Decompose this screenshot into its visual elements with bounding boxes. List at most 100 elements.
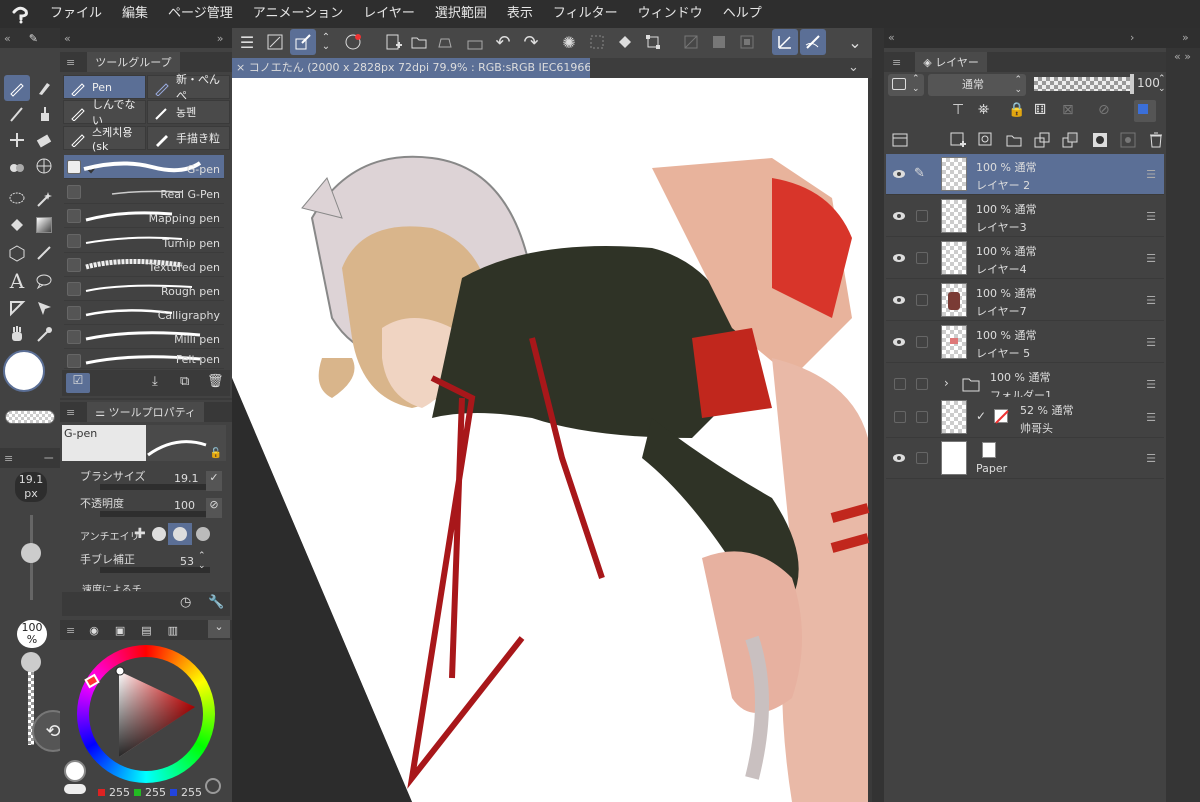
subtool-hand-drawn-grain[interactable]: 手描き粒 [147, 126, 230, 150]
new-raster-layer-icon[interactable] [948, 130, 968, 150]
duplicate-icon[interactable]: ⧉ [180, 374, 189, 389]
tool-property-tab[interactable]: ⚌ ツールプロパティ [87, 402, 204, 422]
layer-mask-icon[interactable] [1090, 130, 1110, 150]
opacity-slider-thumb[interactable] [21, 652, 41, 672]
blend-tool-icon[interactable] [4, 153, 30, 179]
transparent-toggle[interactable] [64, 784, 86, 794]
layer-menu-icon[interactable]: ☰ [1146, 336, 1156, 349]
import-icon[interactable]: ⤓ [152, 374, 158, 389]
brush-tool-icon[interactable] [31, 101, 57, 127]
layer-color-toggle[interactable]: ⌃ ⌄ [888, 74, 924, 96]
invert-selection-icon[interactable] [706, 29, 732, 55]
brush-item-rough-pen[interactable]: Rough pen [64, 277, 224, 301]
pen-tab-icon[interactable]: ✎ [29, 32, 38, 45]
reference-icon[interactable]: ⛯ [978, 102, 989, 118]
brush-item-textured-pen[interactable]: Textured pen [64, 253, 224, 277]
collapse-icon[interactable]: « [4, 32, 11, 45]
layer-row[interactable]: 100 % 通常 レイヤー7 ☰ [886, 280, 1164, 321]
lock-layer-icon[interactable]: 🔒 [1008, 102, 1025, 118]
speed-stabilize-row[interactable]: 速度によるチ... [64, 581, 224, 591]
subtool-shindenai[interactable]: しんでない [63, 98, 146, 127]
new-canvas-icon[interactable] [380, 29, 406, 55]
pencil-tool-icon[interactable] [4, 101, 30, 127]
merge-down-icon[interactable] [1060, 130, 1080, 150]
delete-icon[interactable]: 🗑 [207, 374, 224, 389]
new-vector-layer-icon[interactable] [976, 130, 996, 150]
layer-panel-menu-icon[interactable] [890, 130, 910, 150]
lasso-tool-icon[interactable] [4, 186, 30, 212]
ruler-link-icon[interactable]: ⊘ [1098, 102, 1110, 118]
fill-selection-icon[interactable] [612, 29, 638, 55]
eye-icon[interactable] [892, 451, 906, 465]
save-cloud-icon[interactable] [432, 29, 458, 55]
text-tool-icon[interactable]: A [4, 268, 30, 294]
deselect-icon[interactable] [678, 29, 704, 55]
eye-icon[interactable] [892, 167, 906, 181]
eye-icon[interactable] [892, 293, 906, 307]
subtool-sketch[interactable]: 스케치용(sk [63, 126, 146, 153]
line-tool-icon[interactable] [31, 240, 57, 266]
clear-icon[interactable] [462, 29, 488, 55]
eye-icon[interactable] [892, 251, 906, 265]
menu-selection[interactable]: 選択範囲 [425, 0, 497, 28]
menu-file[interactable]: ファイル [40, 0, 112, 28]
layer-menu-icon[interactable]: ☰ [1146, 378, 1156, 391]
clip-icon[interactable]: ⊤ [952, 102, 964, 118]
app-logo-icon[interactable] [0, 0, 40, 28]
color-panel-menu-icon[interactable]: ⌄ [208, 620, 230, 638]
object-select-tool-icon[interactable] [31, 295, 57, 321]
current-color-dot[interactable] [64, 760, 86, 782]
brush-item-real-g-pen[interactable]: Real G-Pen [64, 180, 224, 204]
quick-access-icon[interactable] [290, 29, 316, 55]
layer-opacity-stepper[interactable]: ⌃ ⌄ [1158, 74, 1166, 94]
mask-icon[interactable]: ⊠ [1062, 102, 1074, 118]
layer-row[interactable]: 100 % 通常 レイヤー4 ☰ [886, 238, 1164, 279]
expand-selection-icon[interactable] [734, 29, 760, 55]
layer-row[interactable]: ✓ 52 % 通常 帅哥头 ☰ [886, 397, 1164, 438]
menu-layer[interactable]: レイヤー [353, 0, 425, 28]
eraser-pen-tool-icon[interactable] [31, 75, 57, 101]
menu-help[interactable]: ヘルプ [713, 0, 772, 28]
layer-menu-icon[interactable]: ☰ [1146, 210, 1156, 223]
collapse-right-icon[interactable]: » [217, 32, 224, 45]
eraser-tool-icon[interactable] [31, 127, 57, 153]
brush-item-mapping-pen[interactable]: Mapping pen [64, 204, 224, 228]
dock-nav-right-icon[interactable]: › [1130, 31, 1134, 44]
brush-size-slider-thumb[interactable] [21, 543, 41, 563]
layer-row[interactable]: 100 % 通常 レイヤー3 ☰ [886, 196, 1164, 237]
layer-checkbox[interactable] [916, 452, 928, 464]
gradient-tool-icon[interactable] [31, 212, 57, 238]
fill-tool-icon[interactable] [4, 212, 30, 238]
eye-icon[interactable] [892, 335, 906, 349]
layer-opacity-thumb[interactable] [1130, 74, 1134, 94]
new-folder-icon[interactable] [1004, 130, 1024, 150]
opacity-mode-icon[interactable]: ⊘ [206, 498, 222, 518]
layer-menu-icon[interactable]: ☰ [1146, 294, 1156, 307]
layer-checkbox[interactable] [916, 336, 928, 348]
transform-icon[interactable] [640, 29, 666, 55]
color-settings-icon[interactable] [205, 778, 221, 794]
transfer-down-icon[interactable] [1032, 130, 1052, 150]
saturation-triangle[interactable] [95, 665, 205, 765]
brush-item-calligraphy[interactable]: Calligraphy [64, 301, 224, 325]
magic-wand-tool-icon[interactable] [31, 186, 57, 212]
hamburger-menu-icon[interactable]: ☰ [234, 29, 260, 55]
clock-icon[interactable]: ◷ [180, 595, 191, 610]
visibility-checkbox[interactable] [894, 411, 906, 423]
menu-filter[interactable]: フィルター [543, 0, 628, 28]
brush-item-milli-pen[interactable]: Milli pen [64, 325, 224, 349]
subtool-nongpen[interactable]: 농펜 [147, 100, 230, 124]
close-tab-icon[interactable]: × [236, 61, 249, 74]
special-ruler-snap-icon[interactable] [800, 29, 826, 55]
grid-tool-icon[interactable] [31, 153, 57, 179]
layer-menu-icon[interactable]: ☰ [1146, 252, 1156, 265]
brush-item-turnip-pen[interactable]: Turnip pen [64, 229, 224, 253]
visibility-checkbox[interactable] [894, 378, 906, 390]
companion-app-icon[interactable] [340, 29, 366, 55]
redo-icon[interactable]: ↷ [518, 29, 544, 55]
tab-list-chevron-icon[interactable]: ⌄ [848, 58, 859, 78]
brush-item-felt-pen[interactable]: Felt pen [64, 349, 224, 369]
layer-checkbox[interactable] [916, 378, 928, 390]
main-color-swatch[interactable] [3, 350, 45, 392]
ruler-tool-icon[interactable] [4, 295, 30, 321]
